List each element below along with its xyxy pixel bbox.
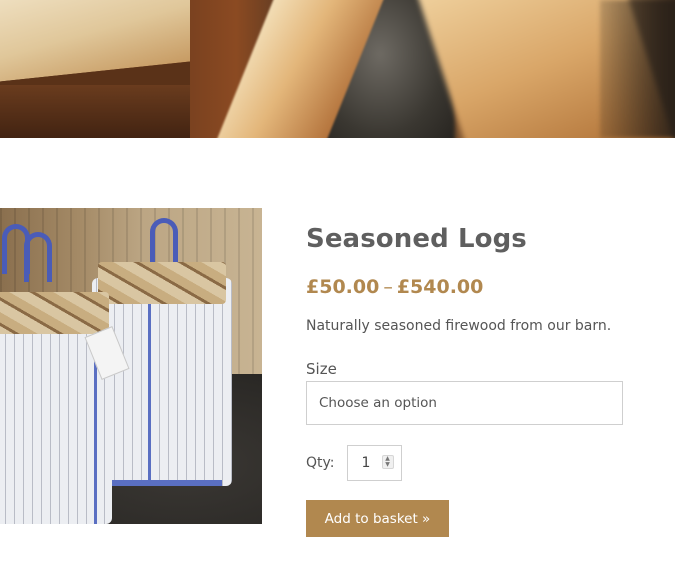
spinner-arrows-icon[interactable]: ▲ ▼ — [381, 455, 394, 469]
add-to-basket-button[interactable]: Add to basket » — [306, 500, 449, 537]
size-select[interactable]: Choose an option — [306, 381, 623, 425]
quantity-label: Qty: — [306, 455, 335, 471]
product-summary: Seasoned Logs £50.00– £540.00 Naturally s… — [306, 222, 636, 537]
bulk-bag-right — [92, 278, 232, 486]
product-title: Seasoned Logs — [306, 224, 527, 254]
product-description: Naturally seasoned firewood from our bar… — [306, 318, 612, 334]
product-price-range: £50.00– £540.00 — [306, 276, 636, 300]
price-separator: – — [383, 276, 393, 298]
price-min: £50.00 — [306, 276, 380, 298]
hero-banner-image — [0, 0, 675, 138]
size-label: Size — [306, 360, 337, 378]
size-select-value: Choose an option — [319, 395, 437, 411]
product-image[interactable] — [0, 208, 262, 524]
quantity-row: Qty: 1 ▲ ▼ — [306, 445, 636, 481]
quantity-value: 1 — [361, 455, 371, 471]
quantity-input[interactable]: 1 ▲ ▼ — [346, 445, 402, 481]
price-max: £540.00 — [396, 276, 484, 298]
